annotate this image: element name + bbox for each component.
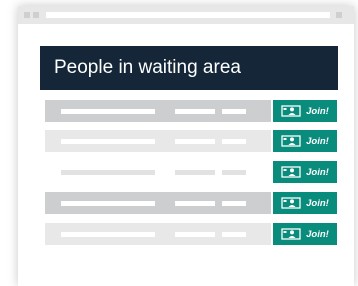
person-name-placeholder <box>61 232 155 237</box>
person-detail-placeholder <box>175 232 215 237</box>
person-detail-placeholder <box>222 170 246 175</box>
join-button[interactable]: Join! <box>273 161 337 183</box>
person-name-placeholder <box>61 139 155 144</box>
waiting-person-row <box>45 161 271 183</box>
video-user-icon <box>281 135 301 147</box>
video-user-icon <box>281 105 301 117</box>
video-user-icon <box>281 228 301 240</box>
person-detail-placeholder <box>175 170 215 175</box>
video-user-icon <box>281 197 301 209</box>
person-name-placeholder <box>61 109 155 114</box>
waiting-area-header: People in waiting area <box>40 46 338 90</box>
person-detail-placeholder <box>175 139 215 144</box>
person-name-placeholder <box>61 201 155 206</box>
join-button-label: Join! <box>306 105 329 117</box>
waiting-person-row <box>45 223 271 245</box>
window-menu-dot[interactable] <box>336 12 342 18</box>
waiting-person-row <box>45 192 271 214</box>
join-button[interactable]: Join! <box>273 192 337 214</box>
window-control-dot[interactable] <box>24 12 30 18</box>
waiting-person-row <box>45 130 271 152</box>
address-bar[interactable] <box>46 12 330 18</box>
page-title: People in waiting area <box>54 57 241 78</box>
title-bar <box>18 6 354 24</box>
join-button[interactable]: Join! <box>273 130 337 152</box>
window-control-dot[interactable] <box>33 12 39 18</box>
person-detail-placeholder <box>222 232 246 237</box>
person-name-placeholder <box>61 170 155 175</box>
join-button-label: Join! <box>306 135 329 147</box>
video-user-icon <box>281 166 301 178</box>
person-detail-placeholder <box>222 139 246 144</box>
person-detail-placeholder <box>222 201 246 206</box>
join-button-label: Join! <box>306 228 329 240</box>
browser-window: People in waiting area Join! Join! Join! Jo… <box>18 6 354 286</box>
person-detail-placeholder <box>175 201 215 206</box>
join-button[interactable]: Join! <box>273 223 337 245</box>
join-button-label: Join! <box>306 166 329 178</box>
join-button-label: Join! <box>306 197 329 209</box>
join-button[interactable]: Join! <box>273 100 337 122</box>
person-detail-placeholder <box>175 109 215 114</box>
waiting-person-row <box>45 100 271 122</box>
person-detail-placeholder <box>222 109 246 114</box>
